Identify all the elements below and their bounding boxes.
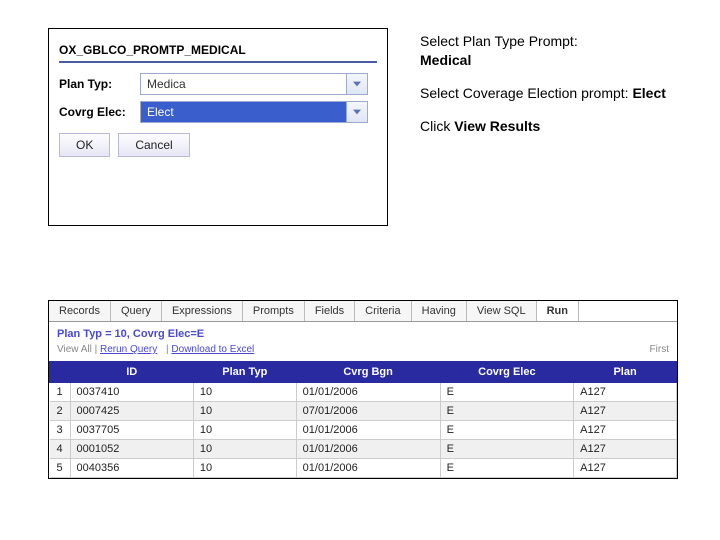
cell-id: 0007425 [70,402,193,421]
pager-first[interactable]: First [650,344,669,355]
row-num: 4 [50,440,71,459]
table-row[interactable]: 2 0007425 10 07/01/2006 E A127 [50,402,677,421]
chevron-down-icon[interactable] [346,73,368,95]
tab-fields[interactable]: Fields [305,301,355,321]
download-excel-link[interactable]: Download to Excel [171,344,254,355]
cell-id: 0040356 [70,459,193,478]
cell-plan-typ: 10 [193,459,296,478]
cell-plan: A127 [574,459,677,478]
cell-cvrg-bgn: 07/01/2006 [296,402,440,421]
covrg-elec-value: Elect [147,105,174,119]
cell-cvrg-bgn: 01/01/2006 [296,383,440,402]
rerun-query-link[interactable]: Rerun Query [100,344,157,355]
covrg-elec-select[interactable]: Elect [140,101,368,123]
results-summary: Plan Typ = 10, Covrg Elec=E [49,322,677,344]
prompt-dialog: OX_GBLCO_PROMTP_MEDICAL Plan Typ: Medica… [48,28,388,226]
plan-type-label: Plan Typ: [59,77,134,91]
row-num: 1 [50,383,71,402]
instr2-bold: Elect [632,85,665,101]
cell-covrg-elec: E [440,421,574,440]
tab-prompts[interactable]: Prompts [243,301,305,321]
instr3-bold: View Results [454,118,540,134]
results-tabs: Records Query Expressions Prompts Fields… [49,301,677,322]
cell-plan: A127 [574,421,677,440]
table-row[interactable]: 4 0001052 10 01/01/2006 E A127 [50,440,677,459]
cell-plan-typ: 10 [193,402,296,421]
instruction-text: Select Plan Type Prompt: Medical Select … [420,32,680,150]
cell-plan: A127 [574,440,677,459]
results-panel: Records Query Expressions Prompts Fields… [48,300,678,479]
col-cvrg-bgn: Cvrg Bgn [296,362,440,383]
instr2-text: Select Coverage Election prompt: [420,85,632,101]
tab-records[interactable]: Records [49,301,111,321]
cell-plan: A127 [574,402,677,421]
col-plan: Plan [574,362,677,383]
table-row[interactable]: 3 0037705 10 01/01/2006 E A127 [50,421,677,440]
plan-type-select[interactable]: Medica [140,73,368,95]
instr1-bold: Medical [420,52,471,68]
cell-covrg-elec: E [440,440,574,459]
table-row[interactable]: 1 0037410 10 01/01/2006 E A127 [50,383,677,402]
ok-button[interactable]: OK [59,133,110,157]
cell-covrg-elec: E [440,402,574,421]
cell-plan-typ: 10 [193,440,296,459]
cell-plan: A127 [574,383,677,402]
tab-having[interactable]: Having [412,301,467,321]
cell-cvrg-bgn: 01/01/2006 [296,459,440,478]
instr3-text: Click [420,118,454,134]
covrg-elec-label: Covrg Elec: [59,105,134,119]
cell-covrg-elec: E [440,383,574,402]
plan-type-row: Plan Typ: Medica [59,73,377,95]
cell-covrg-elec: E [440,459,574,478]
tab-expressions[interactable]: Expressions [162,301,243,321]
dialog-divider [59,61,377,63]
cell-plan-typ: 10 [193,383,296,402]
cell-cvrg-bgn: 01/01/2006 [296,440,440,459]
tab-run[interactable]: Run [537,301,579,321]
cell-plan-typ: 10 [193,421,296,440]
col-covrg-elec: Covrg Elec [440,362,574,383]
dialog-button-row: OK Cancel [59,133,377,157]
instr1-text: Select Plan Type Prompt: [420,33,578,49]
row-num: 2 [50,402,71,421]
table-row[interactable]: 5 0040356 10 01/01/2006 E A127 [50,459,677,478]
dialog-title: OX_GBLCO_PROMTP_MEDICAL [59,43,377,57]
chevron-down-icon[interactable] [346,101,368,123]
tab-query[interactable]: Query [111,301,162,321]
cancel-button[interactable]: Cancel [118,133,189,157]
cell-cvrg-bgn: 01/01/2006 [296,421,440,440]
col-rownum [50,362,71,383]
plan-type-value: Medica [147,77,186,91]
cell-id: 0001052 [70,440,193,459]
col-id: ID [70,362,193,383]
results-table: ID Plan Typ Cvrg Bgn Covrg Elec Plan 1 0… [49,361,677,478]
cell-id: 0037410 [70,383,193,402]
row-num: 5 [50,459,71,478]
col-plan-typ: Plan Typ [193,362,296,383]
row-num: 3 [50,421,71,440]
tab-criteria[interactable]: Criteria [355,301,411,321]
results-toolbar: View All | Rerun Query | Download to Exc… [49,344,677,361]
table-header-row: ID Plan Typ Cvrg Bgn Covrg Elec Plan [50,362,677,383]
tab-viewsql[interactable]: View SQL [467,301,537,321]
view-all-text: View All [57,344,92,355]
covrg-elec-row: Covrg Elec: Elect [59,101,377,123]
cell-id: 0037705 [70,421,193,440]
